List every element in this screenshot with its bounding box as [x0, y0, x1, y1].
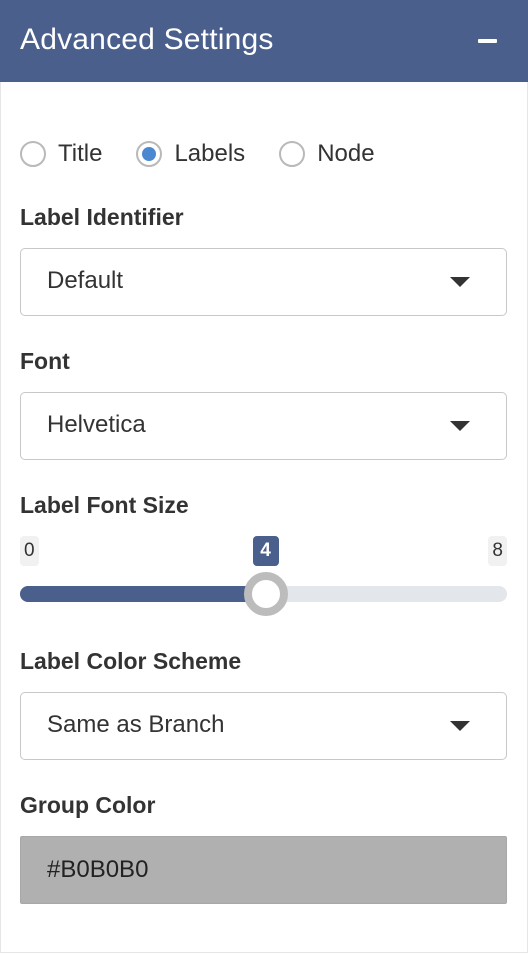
radio-button-node[interactable] [279, 141, 306, 167]
slider-min-label: 0 [20, 536, 39, 566]
radio-button-title[interactable] [20, 141, 46, 167]
radio-option-labels[interactable]: Labels [136, 140, 245, 168]
font-select[interactable]: Helvetica [20, 392, 507, 460]
label-color-scheme-value: Same as Branch [47, 711, 225, 738]
panel-title: Advanced Settings [20, 23, 274, 56]
label-identifier-value: Default [47, 267, 124, 294]
group-color-value: #B0B0B0 [47, 856, 149, 883]
caret-down-icon [450, 421, 470, 431]
panel-header: Advanced Settings [0, 0, 528, 82]
font-value: Helvetica [47, 411, 146, 438]
radio-option-title[interactable]: Title [20, 140, 102, 168]
label-identifier-label: Label Identifier [20, 204, 184, 230]
label-font-size-slider[interactable]: 0 4 8 [20, 536, 507, 616]
radio-selected-dot [142, 147, 157, 161]
slider-value-badge: 4 [252, 536, 279, 566]
radio-label-title: Title [58, 140, 103, 167]
slider-track-fill [20, 586, 264, 602]
group-color-label: Group Color [20, 792, 156, 818]
label-font-size-label: Label Font Size [20, 492, 189, 518]
slider-thumb[interactable] [243, 572, 288, 616]
minus-icon [478, 39, 497, 43]
radio-option-node[interactable]: Node [279, 140, 375, 168]
group-color-input[interactable]: #B0B0B0 [20, 836, 507, 904]
collapse-button[interactable] [476, 26, 500, 56]
radio-label-labels: Labels [174, 140, 246, 167]
radio-label-node: Node [317, 140, 375, 167]
slider-max-label: 8 [488, 536, 507, 566]
label-identifier-select[interactable]: Default [20, 248, 507, 316]
caret-down-icon [450, 277, 470, 287]
label-mode-radio-group: Title Labels Node [20, 136, 409, 172]
font-label: Font [20, 348, 70, 374]
label-color-scheme-select[interactable]: Same as Branch [20, 692, 507, 760]
label-color-scheme-label: Label Color Scheme [20, 648, 242, 674]
caret-down-icon [450, 721, 470, 731]
radio-button-labels[interactable] [136, 141, 163, 167]
